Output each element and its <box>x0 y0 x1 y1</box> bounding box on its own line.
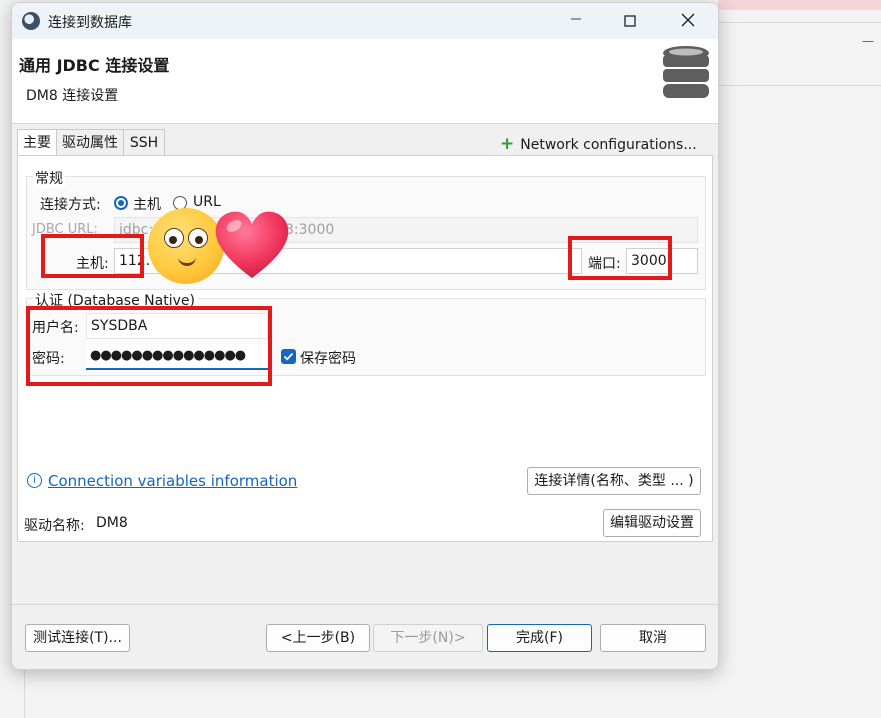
mode-host-label: 主机 <box>133 197 161 213</box>
title-bar: 连接到数据库 <box>12 3 718 39</box>
connection-details-button[interactable]: 连接详情(名称、类型 ... ) <box>527 467 701 495</box>
background-window-strip <box>718 0 881 10</box>
back-button[interactable]: <上一步(B) <box>266 624 370 652</box>
driver-name-label: 驱动名称: <box>24 518 85 534</box>
save-password-checkbox[interactable] <box>281 349 296 364</box>
test-connection-button[interactable]: 测试连接(T)... <box>25 624 130 652</box>
heart-emoji <box>215 211 289 278</box>
network-configurations-label: Network configurations... <box>520 137 697 153</box>
network-configurations-button[interactable]: + Network configurations... <box>500 134 697 154</box>
driver-name-value: DM8 <box>96 515 128 531</box>
tab-main[interactable]: 主要 <box>17 129 57 156</box>
edit-driver-button[interactable]: 编辑驱动设置 <box>603 509 701 537</box>
plus-icon: + <box>500 134 515 154</box>
jdbc-url-suffix: 3:3000 <box>285 222 335 238</box>
finish-button[interactable]: 完成(F) <box>487 624 592 652</box>
checkmark-icon <box>283 352 294 361</box>
background-divider <box>24 668 25 718</box>
tab-ssh[interactable]: SSH <box>123 129 165 156</box>
credentials-highlight-box <box>26 306 272 386</box>
close-icon[interactable] <box>666 9 710 35</box>
background-glyph: — <box>862 34 874 48</box>
app-icon <box>22 12 40 30</box>
cancel-button[interactable]: 取消 <box>600 624 706 652</box>
save-password-label: 保存密码 <box>300 351 356 367</box>
general-group-label: 常规 <box>33 168 65 188</box>
minimize-icon[interactable] <box>554 9 598 35</box>
header-title: 通用 JDBC 连接设置 <box>19 56 170 75</box>
background-divider <box>718 22 881 23</box>
connect-mode-label: 连接方式: <box>40 197 101 213</box>
host-highlight-box <box>41 234 144 278</box>
maximize-icon[interactable] <box>608 9 652 35</box>
background-divider <box>718 85 881 86</box>
header-subtitle: DM8 连接设置 <box>26 88 119 104</box>
port-highlight-box <box>568 236 672 280</box>
info-icon: i <box>27 473 42 488</box>
tab-driver-properties[interactable]: 驱动属性 <box>56 129 124 156</box>
database-icon <box>663 46 709 98</box>
dialog-header: 通用 JDBC 连接设置 DM8 连接设置 <box>12 39 718 124</box>
next-button[interactable]: 下一步(N)> <box>373 624 483 652</box>
mode-host-radio[interactable] <box>114 196 128 210</box>
window-title: 连接到数据库 <box>48 15 132 31</box>
connection-variables-link[interactable]: Connection variables information <box>48 472 297 490</box>
footer-divider <box>12 604 718 605</box>
